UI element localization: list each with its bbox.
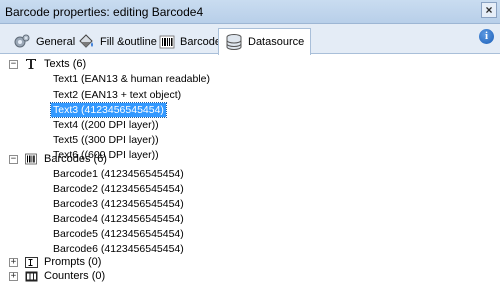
tree-item-label: Text5 ((300 DPI layer)) <box>53 134 159 146</box>
close-button[interactable]: × <box>481 2 497 18</box>
tree-group-label: Prompts (0) <box>44 256 102 268</box>
tab-fill-outline[interactable]: Fill &outline <box>70 28 164 54</box>
tree-item-label: Barcode2 (4123456545454) <box>53 183 184 195</box>
info-icon[interactable]: i <box>479 29 494 44</box>
counter-type-icon <box>24 269 38 283</box>
tab-bar: General Fill &outline Barcode Datasource <box>0 24 500 55</box>
expand-icon[interactable]: + <box>9 257 18 267</box>
tree-group-barcodes-row[interactable]: − Barcodes (6) <box>9 152 107 166</box>
tree-item-text[interactable]: Text4 ((200 DPI layer)) <box>51 118 161 132</box>
tree-item-barcode[interactable]: Barcode5 (4123456545454) <box>51 227 186 241</box>
tree-item-label: Text4 ((200 DPI layer)) <box>53 119 159 131</box>
text-type-icon <box>24 57 38 71</box>
collapse-icon[interactable]: − <box>9 154 18 164</box>
database-icon <box>226 34 242 50</box>
title-bar: Barcode properties: editing Barcode4 × <box>0 0 500 24</box>
tree-item-label: Barcode4 (4123456545454) <box>53 213 184 225</box>
tree-group-prompts[interactable]: + Prompts (0) <box>9 255 101 269</box>
tree-group-texts[interactable]: − Texts (6) <box>9 57 86 71</box>
tree-group-counters[interactable]: + Counters (0) <box>9 269 105 283</box>
tree-group-label: Counters (0) <box>44 270 106 282</box>
tree-item-barcode[interactable]: Barcode3 (4123456545454) <box>51 197 186 211</box>
tree-item-barcode[interactable]: Barcode6 (4123456545454) <box>51 242 186 256</box>
tree-item-label: Barcode3 (4123456545454) <box>53 198 184 210</box>
barcode-type-icon <box>24 152 38 166</box>
tree-item-text[interactable]: Text1 (EAN13 & human readable) <box>51 72 212 86</box>
tab-barcode[interactable]: Barcode <box>152 28 228 54</box>
tree-item-text[interactable]: Text2 (EAN13 + text object) <box>51 88 183 102</box>
tree-group-label: Texts (6) <box>44 58 87 70</box>
tree-item-label: Barcode1 (4123456545454) <box>53 168 184 180</box>
tree-item-text[interactable]: Text5 ((300 DPI layer)) <box>51 133 161 147</box>
tree-item-label: Text2 (EAN13 + text object) <box>53 89 182 101</box>
window-title: Barcode properties: editing Barcode4 <box>5 5 204 19</box>
tree-item-barcode[interactable]: Barcode1 (4123456545454) <box>51 167 186 181</box>
tree-item-barcode[interactable]: Barcode4 (4123456545454) <box>51 212 186 226</box>
prompt-type-icon <box>24 255 38 269</box>
barcode-icon <box>159 35 175 48</box>
tab-barcode-label: Barcode <box>180 35 221 48</box>
gear-icon <box>14 34 30 47</box>
tree-item-text-selected[interactable]: Text3 (4123456545454) <box>50 102 167 118</box>
tree-item-label: Text1 (EAN13 & human readable) <box>53 73 211 85</box>
tab-datasource-label: Datasource <box>248 36 305 48</box>
paint-bucket-icon <box>79 33 93 48</box>
tab-fill-outline-label: Fill &outline <box>100 35 157 48</box>
tree-item-label: Text3 (4123456545454) <box>50 102 167 118</box>
tree-group-label: Barcodes (6) <box>44 153 107 165</box>
tree-item-label: Barcode5 (4123456545454) <box>53 228 184 240</box>
tree-item-barcode[interactable]: Barcode2 (4123456545454) <box>51 182 186 196</box>
collapse-icon[interactable]: − <box>9 59 18 69</box>
tree-item-label: Barcode6 (4123456545454) <box>53 243 184 255</box>
tab-datasource[interactable]: Datasource <box>218 28 312 55</box>
datasource-tree: − Texts (6) Text1 (EAN13 & human readabl… <box>0 55 500 287</box>
expand-icon[interactable]: + <box>9 271 18 281</box>
